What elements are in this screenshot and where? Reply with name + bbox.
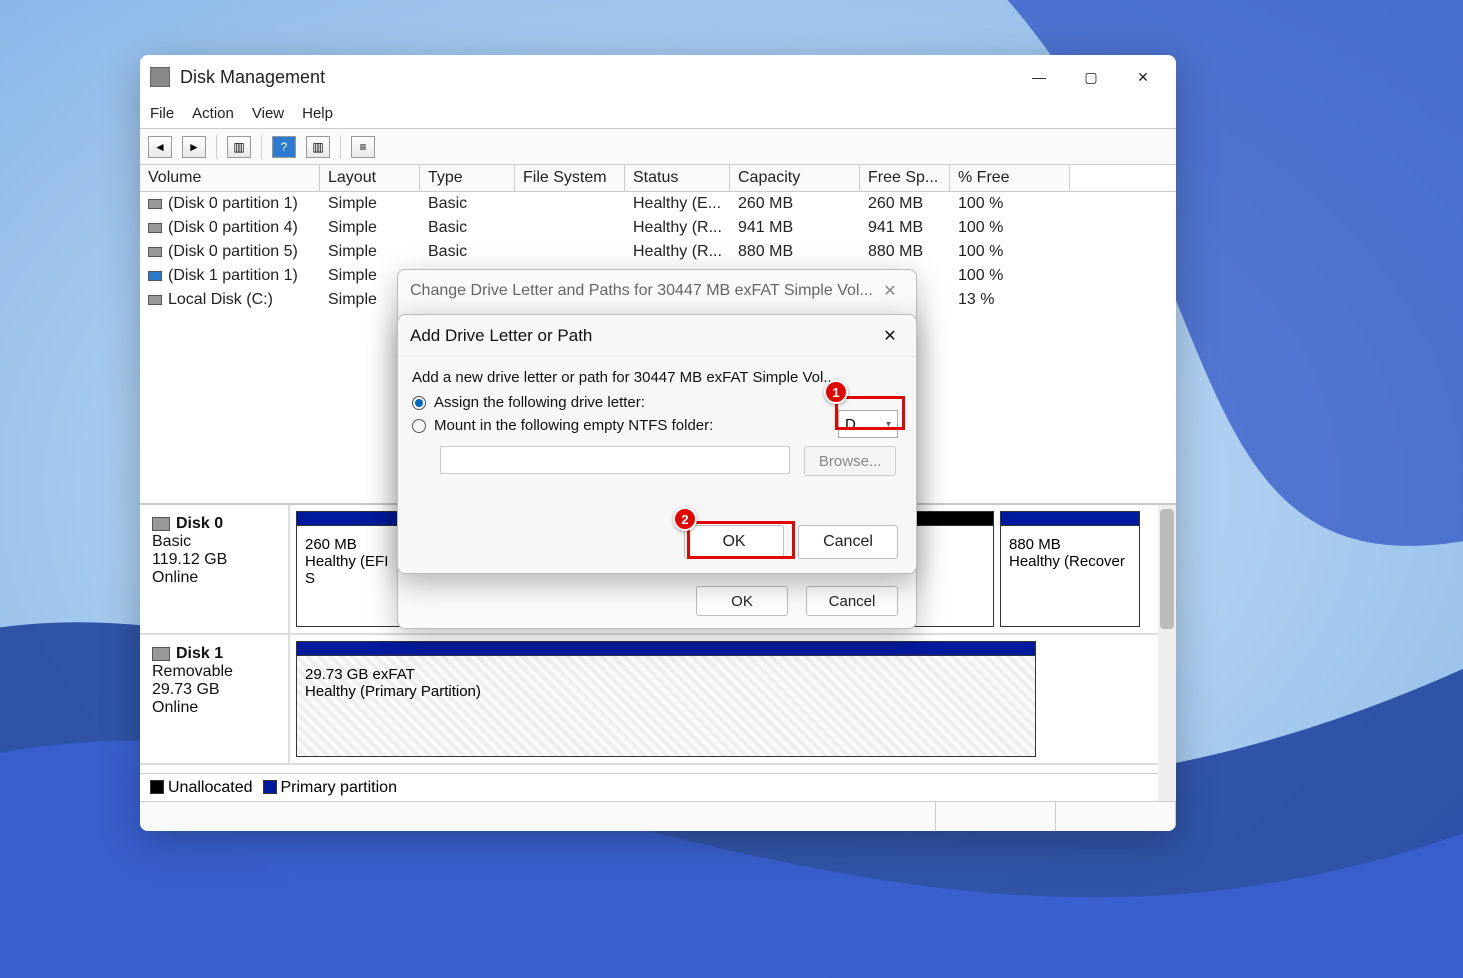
volume-row[interactable]: (Disk 0 partition 5)SimpleBasicHealthy (… (140, 240, 1176, 264)
browse-button: Browse... (804, 446, 896, 476)
col-layout[interactable]: Layout (320, 165, 420, 191)
statusbar (140, 801, 1176, 831)
col-capacity[interactable]: Capacity (730, 165, 860, 191)
minimize-button[interactable]: — (1016, 61, 1062, 93)
menu-help[interactable]: Help (302, 105, 333, 122)
col-volume[interactable]: Volume (140, 165, 320, 191)
toolbar-separator (261, 135, 262, 159)
drive-letter-value: D (845, 416, 856, 433)
dialog-title: Change Drive Letter and Paths for 30447 … (410, 282, 876, 300)
menu-action[interactable]: Action (192, 105, 234, 122)
legend-swatch-unallocated (150, 780, 164, 794)
col-pctfree[interactable]: % Free (950, 165, 1070, 191)
legend-swatch-primary (263, 780, 277, 794)
menubar: File Action View Help (140, 99, 1176, 129)
app-icon (150, 67, 170, 87)
mount-path-input (440, 446, 790, 474)
radio-assign-letter[interactable] (412, 396, 426, 410)
radio-mount-folder[interactable] (412, 419, 426, 433)
close-icon[interactable]: ✕ (876, 281, 904, 301)
col-filesystem[interactable]: File System (515, 165, 625, 191)
toolbar-icon[interactable]: ≡ (351, 136, 375, 158)
partition[interactable]: 880 MBHealthy (Recover (1000, 511, 1140, 627)
drive-icon (148, 199, 162, 209)
cancel-button[interactable]: Cancel (798, 525, 898, 559)
radio-assign-letter-label: Assign the following drive letter: (434, 394, 645, 411)
drive-letter-select[interactable]: D ▾ (838, 410, 898, 438)
toolbar: ◄ ► ▥ ? ▥ ≡ (140, 129, 1176, 165)
scrollbar[interactable] (1158, 505, 1176, 801)
maximize-button[interactable]: ▢ (1068, 61, 1114, 93)
titlebar[interactable]: Disk Management — ▢ ✕ (140, 55, 1176, 99)
drive-icon (148, 295, 162, 305)
forward-button[interactable]: ► (182, 136, 206, 158)
volume-row[interactable]: (Disk 0 partition 1)SimpleBasicHealthy (… (140, 192, 1176, 216)
close-button[interactable]: ✕ (1120, 61, 1166, 93)
ok-button[interactable]: OK (696, 586, 788, 616)
partition[interactable]: 29.73 GB exFATHealthy (Primary Partition… (296, 641, 1036, 757)
disk-icon (152, 647, 170, 661)
add-drive-letter-dialog: Add Drive Letter or Path ✕ Add a new dri… (397, 314, 917, 574)
drive-icon (148, 223, 162, 233)
volume-list-header: Volume Layout Type File System Status Ca… (140, 165, 1176, 192)
col-freespace[interactable]: Free Sp... (860, 165, 950, 191)
menu-file[interactable]: File (150, 105, 174, 122)
toolbar-icon[interactable]: ▥ (227, 136, 251, 158)
toolbar-separator (216, 135, 217, 159)
disk-icon (152, 517, 170, 531)
menu-view[interactable]: View (252, 105, 284, 122)
chevron-down-icon: ▾ (886, 419, 891, 430)
cancel-button[interactable]: Cancel (806, 586, 898, 616)
drive-icon (148, 247, 162, 257)
toolbar-icon[interactable]: ▥ (306, 136, 330, 158)
drive-icon (148, 271, 162, 281)
window-title: Disk Management (180, 67, 1016, 88)
volume-row[interactable]: (Disk 0 partition 4)SimpleBasicHealthy (… (140, 216, 1176, 240)
help-icon[interactable]: ? (272, 136, 296, 158)
disk-row: Disk 1Removable29.73 GBOnline29.73 GB ex… (140, 635, 1176, 765)
partition[interactable]: 260 MBHealthy (EFI S (296, 511, 406, 627)
back-button[interactable]: ◄ (148, 136, 172, 158)
toolbar-separator (340, 135, 341, 159)
radio-mount-folder-label: Mount in the following empty NTFS folder… (434, 417, 713, 434)
dialog-title: Add Drive Letter or Path (410, 326, 876, 346)
col-type[interactable]: Type (420, 165, 515, 191)
legend-primary: Primary partition (281, 779, 397, 796)
legend-unallocated: Unallocated (168, 779, 253, 796)
ok-button[interactable]: OK (684, 525, 784, 559)
close-icon[interactable]: ✕ (876, 326, 904, 346)
legend: Unallocated Primary partition (140, 773, 1158, 801)
scrollbar-thumb[interactable] (1160, 509, 1174, 629)
col-status[interactable]: Status (625, 165, 730, 191)
dialog-prompt: Add a new drive letter or path for 30447… (412, 369, 902, 386)
